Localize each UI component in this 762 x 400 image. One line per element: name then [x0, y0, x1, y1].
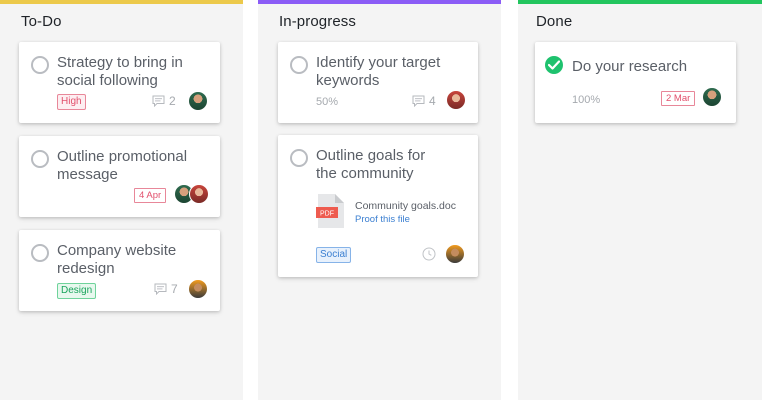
pdf-file-icon[interactable]: PDF: [316, 194, 344, 228]
assignee-avatar[interactable]: [188, 279, 208, 299]
column-in-progress: In-progress Identify your target keyword…: [258, 0, 501, 400]
task-card[interactable]: Company website redesign Design 7: [19, 230, 220, 311]
task-title: Outline promotional message: [57, 148, 188, 183]
checkmark-icon: [548, 60, 560, 70]
assignee-avatar[interactable]: [445, 244, 465, 264]
task-card[interactable]: Outline goals for the community PDF Comm…: [278, 135, 478, 277]
column-title: To-Do: [21, 13, 62, 30]
column-title: In-progress: [279, 13, 356, 30]
assignee-avatar[interactable]: [188, 91, 208, 111]
task-checkbox[interactable]: [290, 56, 308, 74]
task-card[interactable]: Identify your target keywords 50% 4: [278, 42, 478, 123]
task-title: Do your research: [572, 58, 688, 75]
category-tag[interactable]: Social: [316, 247, 352, 263]
proof-file-link[interactable]: Proof this file: [355, 214, 410, 225]
task-card[interactable]: Strategy to bring in social following Hi…: [19, 42, 220, 123]
task-card[interactable]: Outline promotional message 4 Apr: [19, 136, 220, 217]
task-card[interactable]: Do your research 100% 2 Mar: [535, 42, 736, 123]
column-color-bar: [258, 0, 501, 4]
task-title: Company website redesign: [57, 242, 177, 277]
assignee-avatar[interactable]: [189, 184, 209, 204]
column-done: Done Do your research 100% 2 Mar: [518, 0, 762, 400]
progress-percent: 100%: [572, 94, 601, 106]
comment-count: 2: [169, 94, 176, 108]
comment-icon[interactable]: [152, 95, 165, 107]
clock-icon[interactable]: [422, 247, 436, 261]
completed-checkbox[interactable]: [545, 56, 563, 74]
progress-percent: 50%: [316, 96, 339, 108]
column-color-bar: [518, 0, 762, 4]
comment-icon[interactable]: [412, 95, 425, 107]
task-title: Outline goals for the community: [316, 147, 426, 182]
column-color-bar: [0, 0, 243, 4]
task-title: Identify your target keywords: [316, 54, 441, 89]
task-checkbox[interactable]: [31, 150, 49, 168]
due-date[interactable]: 2 Mar: [661, 91, 696, 106]
column-todo: To-Do Strategy to bring in social follow…: [0, 0, 243, 400]
comment-count: 4: [429, 94, 436, 108]
due-date[interactable]: 4 Apr: [134, 188, 167, 203]
category-tag[interactable]: Design: [57, 283, 97, 299]
assignee-avatar[interactable]: [446, 90, 466, 110]
task-checkbox[interactable]: [31, 244, 49, 262]
comment-icon[interactable]: [154, 283, 167, 295]
attachment-filename[interactable]: Community goals.doc: [355, 200, 456, 212]
task-title: Strategy to bring in social following: [57, 54, 183, 89]
task-checkbox[interactable]: [290, 149, 308, 167]
task-checkbox[interactable]: [31, 56, 49, 74]
comment-count: 7: [171, 282, 178, 296]
column-title: Done: [536, 13, 573, 30]
assignee-avatar[interactable]: [702, 87, 722, 107]
svg-text:PDF: PDF: [320, 211, 334, 218]
priority-tag[interactable]: High: [57, 94, 86, 110]
